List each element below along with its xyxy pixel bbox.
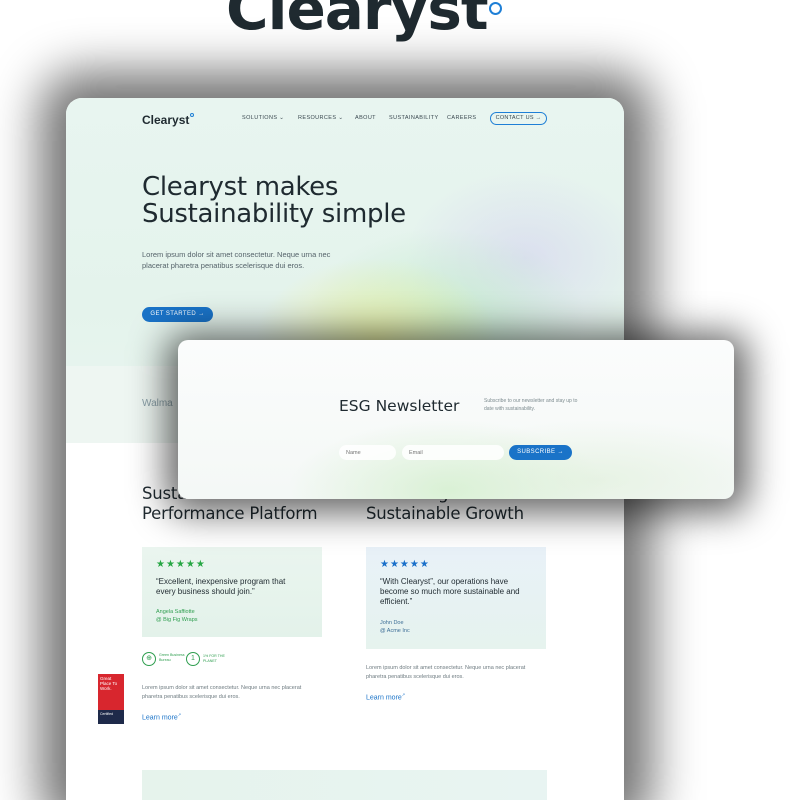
newsletter-title: ESG Newsletter [339, 397, 460, 415]
great-place-to-work-badge: Great Place To Work. Certified [98, 674, 124, 724]
section-description-right: Lorem ipsum dolor sit amet consectetur. … [366, 665, 526, 680]
badge-label-gbb: Green Business Bureau [159, 653, 185, 662]
testimonial-author: Angela Saffiotte [156, 609, 195, 615]
testimonial-card-left: ★★★★★ “Excellent, inexpensive program th… [142, 547, 322, 637]
nav-item-resources[interactable]: RESOURCES ⌄ [298, 115, 343, 121]
award-text: Great Place To Work. [100, 676, 118, 691]
one-percent-planet-icon: 1 [186, 652, 200, 666]
testimonial-author: John Doe [380, 620, 404, 626]
contact-us-button[interactable]: CONTACT US → [490, 112, 547, 125]
subscribe-button[interactable]: SUBSCRIBE → [509, 445, 572, 460]
award-section [142, 770, 547, 800]
name-input[interactable] [339, 445, 396, 460]
nav-item-careers[interactable]: CAREERS [447, 115, 476, 121]
rating-stars: ★★★★★ [156, 559, 206, 570]
email-input[interactable] [402, 445, 504, 460]
nav-logo[interactable]: Clearyst [142, 113, 195, 127]
brand-logo-text: Clearyst [226, 0, 489, 43]
learn-more-link-right[interactable]: Learn more↗ [366, 692, 405, 701]
newsletter-subtitle: Subscribe to our newsletter and stay up … [484, 398, 578, 412]
logo-ring-icon [488, 2, 502, 15]
testimonial-quote: “Excellent, inexpensive program that eve… [156, 577, 286, 596]
section-description-left: Lorem ipsum dolor sit amet consectetur. … [142, 685, 302, 700]
nav-logo-text: Clearyst [142, 113, 190, 127]
showcase-canvas: Clearyst Clearyst SOLUTIONS ⌄ RESOURCES … [0, 0, 800, 800]
newsletter-popup: ESG Newsletter Subscribe to our newslett… [178, 340, 734, 499]
nav-item-solutions[interactable]: SOLUTIONS ⌄ [242, 115, 284, 121]
brand-logo: Clearyst [226, 0, 502, 38]
testimonial-company: @ Big Fig Wraps [156, 617, 198, 623]
green-business-bureau-icon: ⊕ [142, 652, 156, 666]
badge-label-planet: 1% FOR THE PLANET [203, 654, 225, 663]
award-certified-label: Certified [98, 710, 124, 724]
hero-title-line-1: Clearyst makes [142, 172, 339, 202]
hero-title: Clearyst makes Sustainability simple [142, 174, 406, 228]
nav-item-sustainability[interactable]: SUSTAINABILITY [389, 115, 439, 121]
arrow-icon: ↗ [401, 692, 406, 697]
learn-more-label: Learn more [366, 694, 402, 702]
nav-item-about[interactable]: ABOUT [355, 115, 376, 121]
testimonial-company: @ Acme Inc [380, 628, 410, 634]
rating-stars: ★★★★★ [380, 559, 430, 570]
arrow-icon: ↗ [177, 712, 182, 717]
hero-title-line-2: Sustainability simple [142, 199, 406, 229]
hero-description: Lorem ipsum dolor sit amet consectetur. … [142, 250, 331, 270]
learn-more-link-left[interactable]: Learn more↗ [142, 712, 181, 721]
testimonial-card-right: ★★★★★ “With Clearyst”, our operations ha… [366, 547, 546, 649]
logo-ring-icon [190, 113, 195, 117]
testimonial-quote: “With Clearyst”, our operations have bec… [380, 577, 520, 606]
get-started-button[interactable]: GET STARTED → [142, 307, 213, 322]
learn-more-label: Learn more [142, 714, 178, 722]
